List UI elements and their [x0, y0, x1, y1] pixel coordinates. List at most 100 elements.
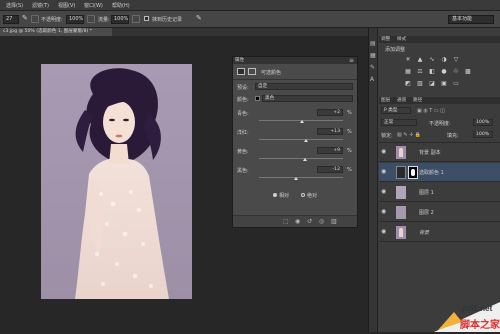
- yellow-slider-thumb[interactable]: [302, 158, 307, 161]
- black-unit: %: [347, 167, 352, 173]
- threshold-icon[interactable]: ◪: [429, 81, 435, 87]
- menu-select[interactable]: 选择(S): [6, 2, 23, 9]
- tab-layers[interactable]: 图层: [381, 97, 390, 104]
- filter-icons[interactable]: ▣ ◍ T ▭ ◫: [417, 108, 445, 114]
- layer-row[interactable]: ◉ 背景: [379, 223, 500, 242]
- tab-channels[interactable]: 通道: [397, 97, 406, 104]
- tab-adjustments[interactable]: 调整: [381, 36, 390, 43]
- menu-view[interactable]: 视图(V): [58, 2, 75, 9]
- divider: [233, 79, 357, 80]
- color-balance-icon[interactable]: ⚖: [417, 69, 423, 75]
- flow-field[interactable]: 100%: [111, 15, 129, 24]
- magenta-slider-track[interactable]: [259, 139, 343, 140]
- blend-mode-dropdown[interactable]: 正常: [381, 119, 417, 126]
- menu-help[interactable]: 帮助(H): [112, 2, 130, 9]
- cyan-value[interactable]: +2: [317, 109, 343, 116]
- black-value[interactable]: -12: [317, 166, 343, 173]
- history-icon[interactable]: ▤: [370, 40, 376, 47]
- menu-window[interactable]: 窗口(W): [84, 2, 103, 9]
- magenta-slider-thumb[interactable]: [304, 139, 309, 142]
- layer-row-selected[interactable]: ◉ 选取颜色 1: [379, 163, 500, 182]
- airbrush-button[interactable]: [132, 15, 140, 23]
- document-canvas-image[interactable]: [41, 64, 192, 299]
- erase-to-history-label: 抹到历史记录: [152, 17, 183, 23]
- brightness-icon[interactable]: ☀: [405, 57, 411, 63]
- pressure-opacity-button[interactable]: [87, 15, 95, 23]
- flow-label: 流量:: [98, 17, 110, 23]
- layer-row[interactable]: ◉ 图层 2: [379, 203, 500, 222]
- invert-icon[interactable]: ◩: [405, 81, 411, 87]
- eye-icon[interactable]: ◉: [381, 229, 387, 235]
- black-slider-thumb[interactable]: [293, 177, 298, 180]
- cyan-slider-thumb[interactable]: [299, 120, 304, 123]
- eye-icon[interactable]: ◉: [381, 149, 387, 155]
- relative-radio[interactable]: [273, 193, 277, 197]
- preset-dropdown[interactable]: 自定: [255, 83, 353, 90]
- adjustment-icon: [237, 68, 245, 75]
- layer-filter-kind[interactable]: P 类型: [381, 107, 411, 114]
- opacity-field[interactable]: 100%: [66, 15, 84, 24]
- layer-mask-thumbnail[interactable]: [408, 166, 418, 179]
- view-previous-icon[interactable]: ◉: [295, 218, 300, 225]
- preset-label: 预设:: [237, 85, 249, 91]
- layer-name[interactable]: 背景: [419, 229, 429, 236]
- swatches-icon[interactable]: ▦: [370, 52, 376, 59]
- selective-color-icon[interactable]: ▣: [441, 81, 447, 87]
- black-label: 黑色:: [237, 168, 249, 174]
- reset-icon[interactable]: ↺: [307, 218, 312, 225]
- photo-filter-icon[interactable]: ●: [441, 69, 447, 75]
- black-white-icon[interactable]: ◧: [429, 69, 435, 75]
- yellow-slider-track[interactable]: [259, 158, 343, 159]
- panel-menu-icon[interactable]: ≡: [349, 57, 354, 64]
- color-lookup-icon[interactable]: ▩: [465, 69, 471, 75]
- layer-row[interactable]: ◉ 图层 1: [379, 183, 500, 202]
- yellow-value[interactable]: +9: [317, 147, 343, 154]
- eye-icon[interactable]: ◉: [381, 189, 387, 195]
- layer-thumbnail: [396, 146, 406, 159]
- magenta-unit: %: [347, 129, 352, 135]
- eye-icon[interactable]: ◉: [381, 169, 387, 175]
- layers-opacity-field[interactable]: 100%: [473, 119, 493, 126]
- eye-icon[interactable]: ◉: [381, 209, 387, 215]
- mode-toggle-button[interactable]: [31, 15, 39, 23]
- layer-name[interactable]: 图层 1: [419, 189, 434, 196]
- pressure-size-icon[interactable]: ✎: [196, 14, 202, 22]
- clip-to-layer-icon[interactable]: ⬚: [283, 218, 289, 225]
- exposure-icon[interactable]: ◑: [441, 57, 447, 63]
- brush-size-field[interactable]: 27: [3, 15, 19, 24]
- posterize-icon[interactable]: ▧: [417, 81, 423, 87]
- vibrance-icon[interactable]: ▽: [453, 57, 459, 63]
- channel-mixer-icon[interactable]: ♲: [453, 69, 459, 75]
- layer-row[interactable]: ◉ 背景 副本: [379, 143, 500, 162]
- erase-to-history-checkbox[interactable]: [144, 16, 149, 21]
- menu-filter[interactable]: 滤镜(T): [32, 2, 49, 9]
- tab-styles[interactable]: 样式: [397, 36, 406, 43]
- layer-name[interactable]: 选取颜色 1: [419, 169, 444, 176]
- document-tab[interactable]: c3.jpg @ 50% (选取颜色 1, 图层蒙版/8) *: [0, 28, 112, 36]
- character-icon[interactable]: A: [370, 76, 374, 83]
- lock-icons[interactable]: ▧ ✎ ✛ 🔒: [397, 132, 421, 138]
- brush-preset-icon[interactable]: ✎: [22, 14, 28, 22]
- black-slider-track[interactable]: [259, 177, 343, 178]
- brush-icon[interactable]: ✎: [370, 64, 375, 71]
- mask-icon[interactable]: [248, 68, 256, 75]
- layer-name[interactable]: 图层 2: [419, 209, 434, 216]
- levels-icon[interactable]: ▲: [417, 57, 423, 63]
- colors-dropdown[interactable]: 黑色: [262, 95, 353, 102]
- curves-icon[interactable]: ∿: [429, 57, 435, 63]
- magenta-value[interactable]: +13: [317, 128, 343, 135]
- layers-opacity-label: 不透明度:: [429, 121, 451, 127]
- fill-field[interactable]: 100%: [473, 131, 493, 138]
- workspace-switcher[interactable]: 基本功能: [448, 15, 494, 24]
- document-tab-bar: c3.jpg @ 50% (选取颜色 1, 图层蒙版/8) *: [0, 28, 368, 36]
- gradient-map-icon[interactable]: ▭: [453, 81, 459, 87]
- properties-panel[interactable]: 属性 ≡ 可选颜色 预设: 自定 颜色: 黑色 青色: +2 % 洋红: +13…: [232, 56, 358, 228]
- visibility-icon[interactable]: ◎: [319, 218, 324, 225]
- panel-icon-strip: ▤ ▦ ✎ A: [369, 28, 378, 332]
- layer-name[interactable]: 背景 副本: [419, 149, 441, 156]
- absolute-radio[interactable]: [301, 193, 305, 197]
- adjustment-layer-thumbnail: [396, 166, 406, 179]
- hue-icon[interactable]: ▦: [405, 69, 411, 75]
- delete-icon[interactable]: ▥: [331, 218, 337, 225]
- tab-paths[interactable]: 路径: [413, 97, 422, 104]
